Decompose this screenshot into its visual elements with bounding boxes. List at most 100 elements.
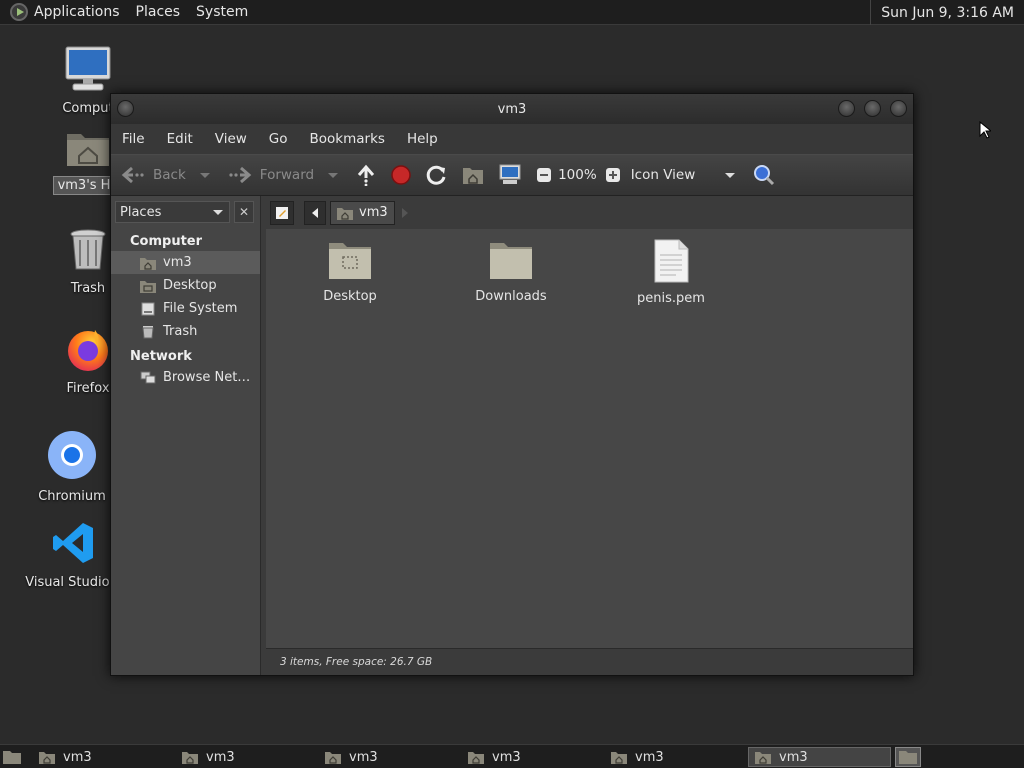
taskbar-item-label: vm3 (206, 749, 235, 765)
menu-file[interactable]: File (122, 131, 145, 147)
sidebar-item-file-system[interactable]: File System (111, 297, 260, 320)
sidebar-item-trash[interactable]: Trash (111, 320, 260, 343)
desktop-icon-label: Chromium (38, 489, 106, 504)
home-button[interactable] (462, 165, 484, 185)
text-file-icon (654, 239, 689, 283)
places-sidebar: Places ✕ Computer vm3 Desktop File Syste… (111, 196, 261, 675)
desktop-icon-label: Trash (70, 281, 106, 296)
menu-edit[interactable]: Edit (167, 131, 193, 147)
system-menu[interactable]: System (196, 4, 248, 20)
reload-button[interactable] (426, 164, 448, 186)
path-scroll-right-button[interactable] (395, 201, 415, 225)
file-item-pem[interactable]: penis.pem (616, 239, 726, 306)
window-titlebar[interactable]: vm3 (111, 94, 913, 124)
edit-location-icon (276, 206, 288, 219)
taskbar-item-4[interactable]: vm3 (462, 747, 602, 767)
taskbar-item-label: vm3 (492, 749, 521, 765)
view-mode-select[interactable]: Icon View (631, 167, 696, 183)
file-name: penis.pem (637, 291, 705, 306)
chevron-down-icon (213, 209, 223, 215)
up-arrow-icon (357, 164, 375, 186)
home-folder-icon (325, 752, 341, 764)
home-folder-icon (755, 752, 771, 764)
network-icon (140, 371, 156, 383)
window-menu-button[interactable] (117, 100, 134, 117)
taskbar-item-5[interactable]: vm3 (605, 747, 745, 767)
taskbar-item-label: vm3 (635, 749, 664, 765)
taskbar-item-6[interactable]: vm3 (748, 747, 891, 767)
firefox-icon (68, 330, 108, 371)
minimize-button[interactable] (838, 100, 855, 117)
top-panel: Applications Places System Sun Jun 9, 3:… (0, 0, 1024, 25)
path-bar: vm3 (266, 196, 913, 229)
distro-logo-icon[interactable] (10, 3, 28, 21)
sidebar-type-label: Places (120, 204, 162, 220)
sidebar-item-desktop[interactable]: Desktop (111, 274, 260, 297)
trash-icon (70, 229, 106, 270)
file-manager-window: vm3 File Edit View Go Bookmarks Help Bac… (110, 93, 914, 676)
file-name: Downloads (475, 289, 547, 304)
view-mode-dropdown[interactable] (725, 172, 736, 178)
file-item-downloads[interactable]: Downloads (456, 239, 566, 304)
sidebar-item-vm3[interactable]: vm3 (111, 251, 260, 274)
zoom-in-button[interactable] (605, 167, 621, 183)
search-button[interactable] (753, 164, 775, 186)
taskbar-item-2[interactable]: vm3 (176, 747, 316, 767)
menu-go[interactable]: Go (269, 131, 288, 147)
file-name: Desktop (323, 289, 377, 304)
zoom-in-icon (605, 168, 620, 182)
show-desktop-icon (3, 751, 21, 764)
folder-icon (490, 243, 532, 279)
up-button[interactable] (356, 164, 376, 186)
forward-button[interactable]: Forward (228, 165, 314, 185)
path-segment-vm3[interactable]: vm3 (330, 200, 395, 225)
desktop-icon (140, 280, 156, 293)
taskbar-item-label: vm3 (349, 749, 378, 765)
file-item-desktop[interactable]: Desktop (295, 239, 405, 304)
location-toggle-button[interactable] (270, 200, 294, 225)
workspace-switcher[interactable] (895, 747, 921, 767)
maximize-button[interactable] (864, 100, 881, 117)
desktop-icon-label: Firefox (66, 381, 110, 396)
show-desktop-button[interactable] (0, 747, 22, 767)
computer-button[interactable] (498, 164, 522, 186)
forward-history-dropdown[interactable] (328, 172, 339, 178)
sidebar-close-button[interactable]: ✕ (234, 201, 254, 223)
taskbar-item-1[interactable]: vm3 (33, 747, 173, 767)
trash-icon (142, 325, 154, 338)
close-button[interactable] (890, 100, 907, 117)
sidebar-header: Places ✕ (111, 196, 260, 228)
chevron-left-icon (312, 207, 318, 218)
sidebar-item-label: Trash (163, 324, 198, 339)
back-history-dropdown[interactable] (199, 172, 210, 178)
places-menu[interactable]: Places (136, 4, 181, 20)
sidebar-item-browse-network[interactable]: Browse Net… (111, 366, 260, 389)
stop-button[interactable] (390, 164, 412, 186)
path-scroll-left-button[interactable] (304, 200, 326, 225)
menu-view[interactable]: View (215, 131, 247, 147)
menu-help[interactable]: Help (407, 131, 438, 147)
desktop-icon-chromium[interactable]: Chromium (22, 430, 122, 505)
status-bar: 3 items, Free space: 26.7 GB (266, 648, 913, 675)
stop-icon (391, 165, 411, 185)
zoom-out-button[interactable] (536, 167, 552, 183)
home-folder-icon (67, 134, 109, 166)
home-folder-icon (39, 752, 55, 764)
desktop-icon-label: Comput (62, 101, 114, 116)
home-icon (140, 257, 156, 270)
back-button[interactable]: Back (121, 165, 186, 185)
applications-menu[interactable]: Applications (34, 4, 120, 20)
sidebar-type-select[interactable]: Places (115, 201, 230, 223)
forward-label: Forward (259, 167, 315, 183)
clock[interactable]: Sun Jun 9, 3:16 AM (870, 0, 1024, 25)
toolbar: Back Forward 100% Icon View (111, 154, 913, 196)
sidebar-item-label: Browse Net… (163, 370, 251, 385)
chromium-icon (48, 431, 96, 479)
folder-icon (329, 243, 371, 279)
zoom-level[interactable]: 100% (558, 167, 597, 183)
file-view[interactable]: Desktop Downloads penis.pem (266, 229, 913, 648)
menu-bookmarks[interactable]: Bookmarks (310, 131, 385, 147)
taskbar-item-3[interactable]: vm3 (319, 747, 459, 767)
sidebar-heading-network: Network (130, 349, 192, 364)
computer-icon (65, 46, 111, 91)
